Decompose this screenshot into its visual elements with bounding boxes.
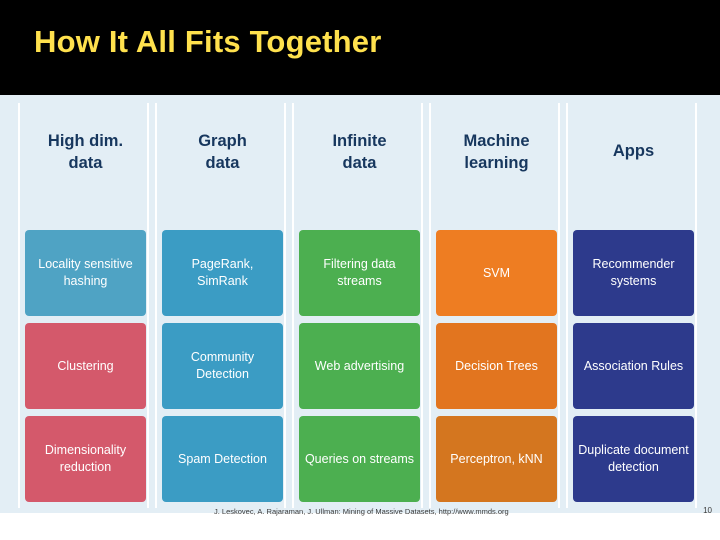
column-header-line2: data [342,153,377,172]
column-header-line2: learning [464,153,529,172]
page-number: 10 [703,506,712,515]
column-header-line1: Apps [612,142,655,160]
column-header: High dim. data [20,131,151,175]
topic-cell[interactable]: PageRank, SimRank [162,230,283,316]
topic-cell[interactable]: Filtering data streams [299,230,420,316]
column-infinite-data: Infinite data Filtering data streams Web… [292,103,423,508]
source-citation: J. Leskovec, A. Rajaraman, J. Ullman: Mi… [214,507,509,516]
column-header-line2: data [205,153,240,172]
topic-cell[interactable]: Dimensionality reduction [25,416,146,502]
topic-cell[interactable]: Duplicate document detection [573,416,694,502]
topic-grid: High dim. data Locality sensitive hashin… [18,103,702,508]
column-header: Infinite data [294,131,425,175]
topic-cell[interactable]: Perceptron, kNN [436,416,557,502]
column-machine-learning: Machine learning SVM Decision Trees Perc… [429,103,560,508]
topic-cell[interactable]: Decision Trees [436,323,557,409]
topic-cell[interactable]: Association Rules [573,323,694,409]
column-apps: Apps Recommender systems Association Rul… [566,103,697,508]
topic-cell[interactable]: Locality sensitive hashing [25,230,146,316]
topic-cell[interactable]: Recommender systems [573,230,694,316]
topic-cell[interactable]: SVM [436,230,557,316]
slide: How It All Fits Together High dim. data … [0,0,720,540]
topic-cell[interactable]: Spam Detection [162,416,283,502]
column-high-dim-data: High dim. data Locality sensitive hashin… [18,103,149,508]
column-header: Apps [568,141,699,163]
column-header-line1: Machine [463,132,530,150]
topic-cell[interactable]: Community Detection [162,323,283,409]
topic-cell[interactable]: Queries on streams [299,416,420,502]
topic-cell[interactable]: Clustering [25,323,146,409]
column-graph-data: Graph data PageRank, SimRank Community D… [155,103,286,508]
column-header-line1: Infinite [332,132,387,150]
column-header: Graph data [157,131,288,175]
column-header-line1: Graph [198,132,247,150]
column-header: Machine learning [431,131,562,175]
column-header-line2: data [68,153,103,172]
column-header-line1: High dim. [47,132,124,150]
page-title: How It All Fits Together [34,24,382,59]
topic-cell[interactable]: Web advertising [299,323,420,409]
